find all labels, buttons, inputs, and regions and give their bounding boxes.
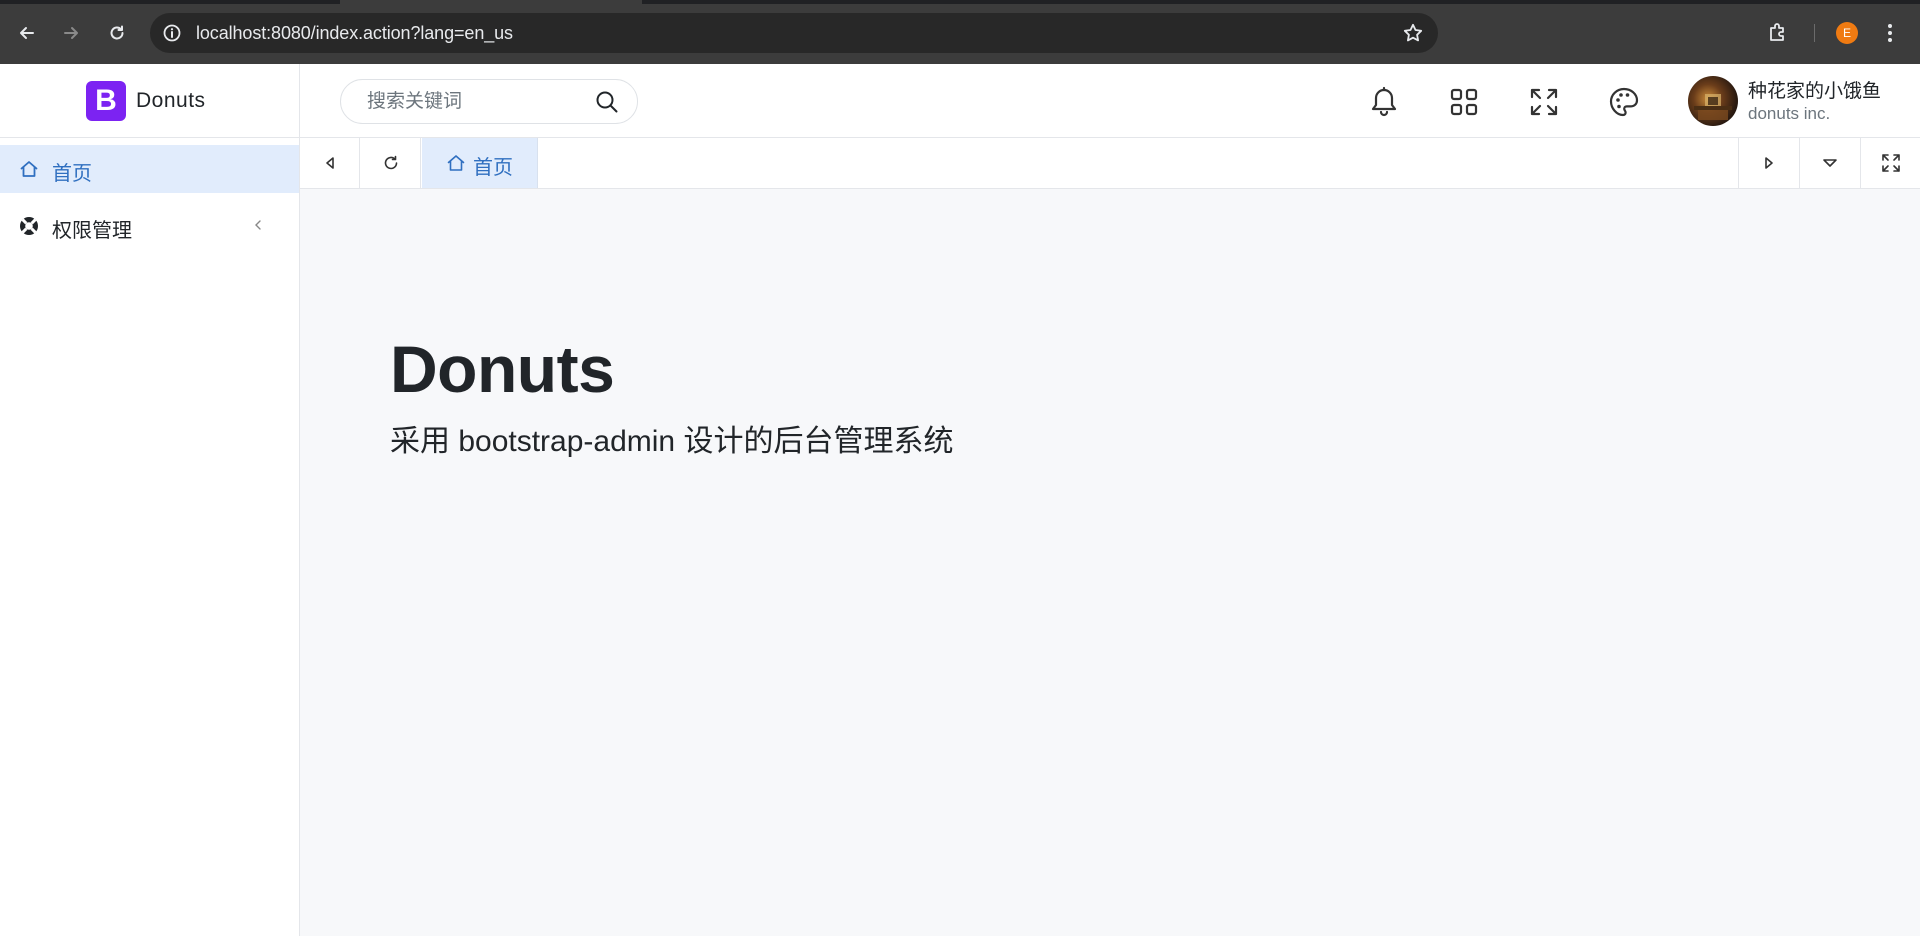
admin-app: B Donuts 首页 权限管理 搜索关键词 种花家的小饿鱼 donuts in… [0, 64, 1920, 936]
extensions-icon[interactable] [1766, 20, 1790, 49]
tab-scroll-right-button[interactable] [1738, 138, 1798, 188]
tab-fullscreen-button[interactable] [1860, 138, 1920, 188]
tab-options-dropdown-button[interactable] [1799, 138, 1859, 188]
fullscreen-icon [1881, 154, 1900, 172]
url-text[interactable]: localhost:8080/index.action?lang=en_us [196, 23, 513, 44]
chevron-left-icon [253, 218, 263, 237]
brand-name: Donuts [136, 89, 206, 112]
tabstrip-edge [0, 0, 340, 4]
search-icon[interactable] [595, 90, 619, 119]
bell-icon [1371, 86, 1397, 117]
forward-button[interactable] [56, 18, 86, 48]
bookmark-star-icon[interactable] [1402, 22, 1424, 49]
search-box[interactable] [340, 79, 638, 124]
tab-home[interactable]: 首页 [422, 138, 538, 188]
lifebuoy-icon [19, 216, 39, 236]
notifications-button[interactable] [1366, 84, 1402, 120]
tab-scroll-left-button[interactable] [300, 138, 360, 188]
brand-logo: B [86, 81, 126, 121]
home-icon [446, 153, 466, 178]
sidebar-item-permissions[interactable]: 权限管理 [0, 202, 299, 250]
search-input[interactable] [365, 88, 589, 116]
brand[interactable]: B Donuts [0, 64, 299, 138]
reload-button[interactable] [102, 18, 132, 48]
top-header: 种花家的小饿鱼 donuts inc. [300, 64, 1920, 138]
sidebar: B Donuts 首页 权限管理 [0, 64, 300, 936]
caret-right-icon [1764, 157, 1773, 169]
tabstrip-edge [642, 0, 1920, 4]
browser-toolbar: localhost:8080/index.action?lang=en_us E [0, 0, 1920, 64]
apps-button[interactable] [1446, 84, 1482, 120]
apps-grid-icon [1450, 88, 1478, 116]
profile-avatar-button[interactable]: E [1836, 22, 1858, 44]
address-bar[interactable]: localhost:8080/index.action?lang=en_us [150, 13, 1438, 53]
sidebar-item-label: 权限管理 [52, 220, 132, 242]
home-icon [19, 159, 39, 179]
user-org: donuts inc. [1748, 104, 1831, 123]
user-name[interactable]: 种花家的小饿鱼 [1748, 76, 1881, 103]
palette-icon [1609, 87, 1639, 117]
reload-icon [110, 25, 124, 40]
toolbar-divider [1814, 24, 1815, 42]
sidebar-item-home[interactable]: 首页 [0, 145, 299, 193]
caret-left-icon [325, 157, 334, 169]
fullscreen-icon [1530, 88, 1558, 116]
user-avatar[interactable] [1688, 76, 1738, 126]
theme-button[interactable] [1606, 84, 1642, 120]
refresh-tab-button[interactable] [361, 138, 421, 188]
more-menu-icon[interactable] [1886, 22, 1894, 49]
tab-label: 首页 [473, 157, 513, 179]
back-button[interactable] [12, 18, 42, 48]
site-info-icon[interactable] [162, 23, 182, 48]
main-content: Donuts 采用 bootstrap-admin 设计的后台管理系统 [300, 189, 1920, 936]
fullscreen-button[interactable] [1526, 84, 1562, 120]
caret-down-icon [1822, 159, 1837, 167]
tab-bar: 首页 [300, 138, 1920, 189]
arrow-right-icon [64, 27, 78, 39]
page-title: Donuts [390, 332, 615, 406]
page-subtitle: 采用 bootstrap-admin 设计的后台管理系统 [390, 425, 954, 458]
arrow-left-icon [20, 27, 34, 39]
refresh-icon [384, 155, 397, 170]
sidebar-item-label: 首页 [52, 163, 92, 185]
